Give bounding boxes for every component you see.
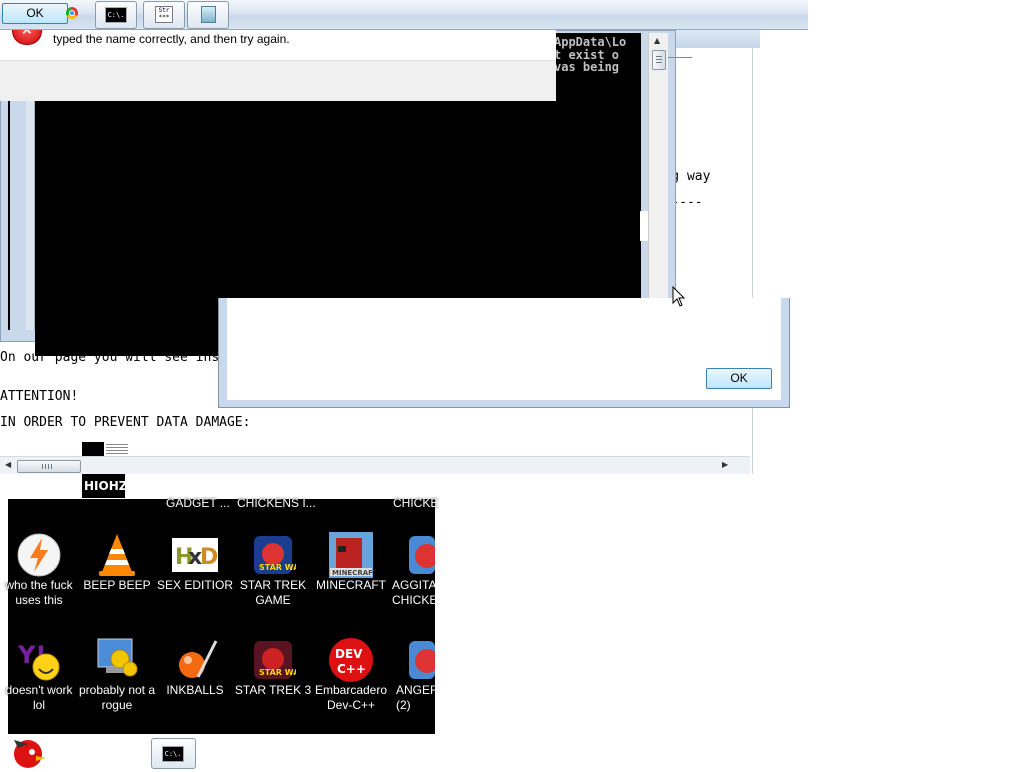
yahoo-messenger-icon: Y! <box>16 637 62 683</box>
taskbar-str-button[interactable]: Str *** <box>143 1 185 29</box>
text-file-icon: Str *** <box>155 6 173 23</box>
scroll-right-arrow-icon[interactable]: ▶ <box>722 460 728 469</box>
note-image-strip <box>82 442 132 456</box>
taskbar-ok-button[interactable]: OK <box>2 3 68 24</box>
desktop-icon-inkballs[interactable]: INKBALLS <box>156 637 234 698</box>
desktop-icon-label: ANGER (2) <box>396 683 435 712</box>
angry-bird-icon <box>409 637 435 683</box>
vertical-scroll-thumb[interactable] <box>652 50 666 70</box>
console-icon: C:\. <box>162 746 184 762</box>
console-line: vas being <box>554 60 620 74</box>
error-dialog: typed the name correctly, and then try a… <box>0 22 556 101</box>
star-wars-angry-birds-icon: STAR WARS <box>250 637 312 683</box>
chrome-icon[interactable] <box>66 7 78 19</box>
vlc-cone-icon <box>94 532 140 578</box>
desktop-icon-label: doesn't work lol <box>5 683 73 712</box>
message-dialog: OK <box>218 298 790 408</box>
desktop-icon-beep-beep[interactable]: BEEP BEEP <box>78 532 156 593</box>
desktop-icon-anger-2[interactable]: ANGER (2) <box>382 637 435 713</box>
desktop-icon-star-trek-game[interactable]: STAR WARS STAR TREK GAME <box>234 532 312 608</box>
console-icon: C:\. <box>105 7 127 23</box>
desktop-icon-star-trek-3[interactable]: STAR WARS STAR TREK 3 <box>234 637 312 698</box>
scroll-left-arrow-icon[interactable]: ◀ <box>5 460 11 469</box>
note-line-attention: ATTENTION! <box>0 389 79 404</box>
message-dialog-body <box>227 298 781 400</box>
svg-text:D: D <box>200 545 218 570</box>
desktop-icon-label: INKBALLS <box>166 683 224 697</box>
gear-monitor-icon <box>94 637 140 683</box>
desktop-icon-label: MINECRAFT <box>316 578 386 592</box>
desktop-icon-label: BEEP BEEP <box>83 578 151 592</box>
hxd-icon: HxD <box>172 532 218 578</box>
ok-button[interactable]: OK <box>706 368 772 389</box>
lightning-icon <box>16 532 62 578</box>
id-label-box: HIOHZ- <box>82 474 132 498</box>
app-window-icon <box>201 6 216 23</box>
taskbar-app-button[interactable] <box>187 1 229 29</box>
scroll-leader-line <box>668 57 692 58</box>
window-edge-strip <box>8 100 10 330</box>
taskbar-cmd-button[interactable]: C:\. <box>95 1 137 29</box>
desktop-icon-label: AGGITA CHICKE <box>392 578 435 607</box>
desktop-icon-label: STAR TREK GAME <box>239 578 307 607</box>
desktop-icon-minecraft[interactable]: MINECRAFT MINECRAFT <box>312 532 390 593</box>
minecraft-icon: MINECRAFT <box>328 532 378 578</box>
horizontal-scrollbar[interactable]: ◀ ▶ <box>0 456 750 474</box>
desktop-icon-embarcadero-devcpp[interactable]: DEV C++ Embarcadero Dev-C++ <box>312 637 390 713</box>
desktop-icon-who-the-fuck-uses-this[interactable]: who the fuck uses this <box>0 532 78 608</box>
desktop-icon-label: probably not a rogue <box>78 683 156 712</box>
desktop-label-cut: CHICKENS I... <box>237 496 316 510</box>
desktop-icon-label: SEX EDITIOR <box>156 578 233 592</box>
console-line: AppData\Lo <box>554 35 627 49</box>
horizontal-scroll-thumb[interactable] <box>17 460 81 473</box>
svg-text:DEV: DEV <box>335 647 363 661</box>
angry-bird-icon[interactable] <box>4 732 48 768</box>
desktop-icon-doesnt-work-lol[interactable]: Y! doesn't work lol <box>0 637 78 713</box>
id-fragment: HIOHZ- <box>84 479 133 493</box>
desktop-icon-label: who the fuck uses this <box>5 578 73 607</box>
angry-bird-icon <box>409 532 435 578</box>
note-line-prevent-damage: IN ORDER TO PREVENT DATA DAMAGE: <box>0 415 251 430</box>
star-wars-angry-birds-icon: STAR WARS <box>250 532 312 578</box>
svg-text:MINECRAFT: MINECRAFT <box>332 569 374 577</box>
desktop-icon-probably-not-a-rogue[interactable]: probably not a rogue <box>78 637 156 713</box>
taskbar: OK C:\. Str *** <box>0 0 808 30</box>
scroll-up-arrow-icon[interactable]: ▲ <box>654 36 660 45</box>
desktop-label-cut: CHICKE <box>393 496 439 510</box>
desktop-icon-label: STAR TREK 3 <box>234 683 312 697</box>
taskbar-cmd-button-bottom[interactable]: C:\. <box>151 738 196 769</box>
svg-text:STAR WARS: STAR WARS <box>259 668 296 677</box>
desktop-icon-aggita-chicke[interactable]: AGGITA CHICKE <box>382 532 435 608</box>
svg-text:STAR WARS: STAR WARS <box>259 563 296 572</box>
mouse-cursor-icon <box>672 286 686 307</box>
console-vertical-scrollbar[interactable]: ▲ ▼ <box>648 33 668 330</box>
error-dialog-button-area <box>0 60 556 101</box>
devcpp-icon: DEV C++ <box>328 637 374 683</box>
desktop-icon-sex-editior[interactable]: HxD SEX EDITIOR <box>156 532 234 593</box>
window-edge-frame <box>26 100 35 330</box>
svg-text:C++: C++ <box>337 662 366 676</box>
inkball-icon <box>172 637 218 683</box>
desktop-icon-label: Embarcadero Dev-C++ <box>314 683 388 712</box>
desktop-label-cut: GADGET ... <box>166 496 230 510</box>
error-message: typed the name correctly, and then try a… <box>53 32 290 46</box>
